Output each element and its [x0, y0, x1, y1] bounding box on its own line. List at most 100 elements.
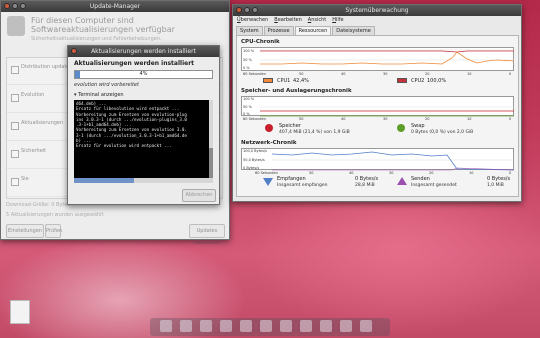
cpu2-color-swatch[interactable]	[397, 78, 407, 83]
desktop-file-icon[interactable]	[10, 300, 30, 324]
cancel-button[interactable]: Abbrechen	[182, 189, 216, 202]
minimize-icon[interactable]	[244, 7, 250, 13]
sent-total: 1,0 MiB	[487, 183, 504, 188]
system-monitor-titlebar[interactable]: Systemüberwachung	[233, 5, 521, 16]
cpu1-label: CPU1	[277, 78, 291, 84]
received-total: 28,8 MiB	[355, 183, 375, 188]
memory-pie-icon[interactable]	[265, 124, 273, 132]
received-line	[271, 151, 515, 171]
system-monitor-window: Systemüberwachung Überwachen Bearbeiten …	[232, 4, 522, 202]
progress-percent: 4%	[139, 71, 148, 77]
cpu-y-tick: 0 %	[243, 66, 250, 70]
terminal-expander[interactable]: ▾ Terminal anzeigen	[74, 92, 124, 98]
memory-x-tick: 60 Sekunden	[243, 117, 266, 121]
progress-status: evolution wird vorbereitet	[74, 82, 139, 88]
terminal-toggle-label: Terminal anzeigen	[78, 92, 124, 98]
window-title: Systemüberwachung	[345, 7, 409, 14]
settings-button[interactable]: Einstellungen	[6, 224, 44, 238]
dialog-titlebar[interactable]: Aktualisierungen werden installiert	[68, 46, 219, 57]
close-icon[interactable]	[71, 48, 77, 54]
resources-panel: CPU-Chronik 100 % 50 % 0 % 60 Sekunden 5…	[236, 35, 519, 197]
network-x-tick: 30	[389, 171, 394, 175]
network-y-tick: 100,0 Bytes/s	[243, 149, 267, 153]
memory-x-tick: 40	[341, 117, 346, 121]
sent-rate: 0 Bytes/s	[487, 176, 511, 182]
dock-app-icon[interactable]	[360, 320, 372, 332]
dock-app-icon[interactable]	[260, 320, 272, 332]
dialog-heading: Aktualisierungen werden installiert	[74, 60, 195, 67]
cpu-y-tick: 100 %	[243, 49, 255, 53]
dock-app-icon[interactable]	[300, 320, 312, 332]
memory-x-tick: 30	[383, 117, 388, 121]
scrollbar-thumb[interactable]	[209, 148, 213, 178]
received-label: Empfangen	[277, 176, 306, 182]
received-arrow-icon[interactable]	[263, 178, 273, 186]
checkbox[interactable]	[11, 66, 19, 74]
network-x-tick: 60 Sekunden	[255, 171, 278, 175]
dock-app-icon[interactable]	[240, 320, 252, 332]
cpu1-line	[260, 51, 515, 65]
checkbox[interactable]	[11, 150, 19, 158]
cpu-x-tick: 50	[299, 72, 304, 76]
install-progress-bar: 4%	[74, 70, 213, 79]
menu-monitor[interactable]: Überwachen	[237, 16, 268, 25]
close-icon[interactable]	[236, 7, 242, 13]
checkbox[interactable]	[11, 178, 19, 186]
dock-app-icon[interactable]	[180, 320, 192, 332]
dialog-title: Aktualisierungen werden installiert	[91, 48, 196, 55]
cpu-history-graph: 100 % 50 % 0 %	[241, 47, 515, 71]
menu-edit[interactable]: Bearbeiten	[274, 16, 301, 25]
cpu-x-tick: 60 Sekunden	[243, 72, 266, 76]
received-total-label: Insgesamt empfangen	[277, 183, 328, 188]
maximize-icon[interactable]	[252, 7, 258, 13]
network-y-tick: 0 Bytes/s	[243, 166, 260, 170]
cpu-x-tick: 0	[509, 72, 512, 76]
sent-label: Senden	[411, 176, 430, 182]
checkbox[interactable]	[11, 122, 19, 130]
network-x-tick: 40	[349, 171, 354, 175]
list-item-label: Sie	[21, 176, 29, 182]
close-icon[interactable]	[4, 3, 10, 9]
cpu2-label: CPU2	[411, 78, 425, 84]
dock-app-icon[interactable]	[160, 320, 172, 332]
checkbox[interactable]	[11, 94, 19, 102]
sent-arrow-icon[interactable]	[397, 177, 407, 185]
network-history-graph: 100,0 Bytes/s 50,0 Bytes/s 0 Bytes/s	[241, 148, 515, 171]
sent-total-label: Insgesamt gesendet	[411, 183, 457, 188]
cpu1-color-swatch[interactable]	[263, 78, 273, 83]
list-item-label: Evolution	[21, 92, 45, 98]
dock-app-icon[interactable]	[220, 320, 232, 332]
update-header: Für diesen Computer sind Softwareaktuali…	[31, 16, 175, 34]
memory-x-tick: 10	[467, 117, 472, 121]
list-item-label: Distribution updates	[21, 64, 72, 70]
install-button[interactable]: Updates installieren	[189, 224, 225, 246]
dock-app-icon[interactable]	[340, 320, 352, 332]
list-item-label: Aktualisierungen	[21, 120, 64, 126]
dock-app-icon[interactable]	[320, 320, 332, 332]
terminal-output[interactable]: d64.deb) ... Ersatz für libevolution wir…	[74, 100, 213, 178]
cpu-graph-svg	[260, 49, 515, 65]
cpu-section-title: CPU-Chronik	[241, 39, 280, 45]
check-button[interactable]: Prüfen	[45, 224, 62, 238]
memory-x-tick: 50	[299, 117, 304, 121]
minimize-icon[interactable]	[12, 3, 18, 9]
update-shield-icon	[7, 16, 25, 36]
menu-view[interactable]: Ansicht	[308, 16, 326, 25]
cpu-x-tick: 20	[425, 72, 430, 76]
network-x-tick: 20	[429, 171, 434, 175]
terminal-hscrollbar[interactable]	[74, 178, 213, 183]
memory-y-tick: 50 %	[243, 105, 252, 109]
terminal-scrollbar[interactable]	[209, 100, 213, 178]
menu-help[interactable]: Hilfe	[332, 16, 343, 25]
dock	[150, 318, 390, 336]
memory-x-tick: 20	[425, 117, 430, 121]
dock-app-icon[interactable]	[280, 320, 292, 332]
received-rate: 0 Bytes/s	[355, 176, 379, 182]
selected-count-text: 5 Aktualisierungen wurden ausgewählt	[6, 212, 104, 218]
update-manager-titlebar[interactable]: Update-Manager	[1, 1, 229, 12]
dock-app-icon[interactable]	[200, 320, 212, 332]
cpu2-value: 100,0%	[427, 78, 447, 84]
scrollbar-thumb[interactable]	[74, 178, 134, 183]
maximize-icon[interactable]	[20, 3, 26, 9]
swap-pie-icon[interactable]	[397, 124, 405, 132]
